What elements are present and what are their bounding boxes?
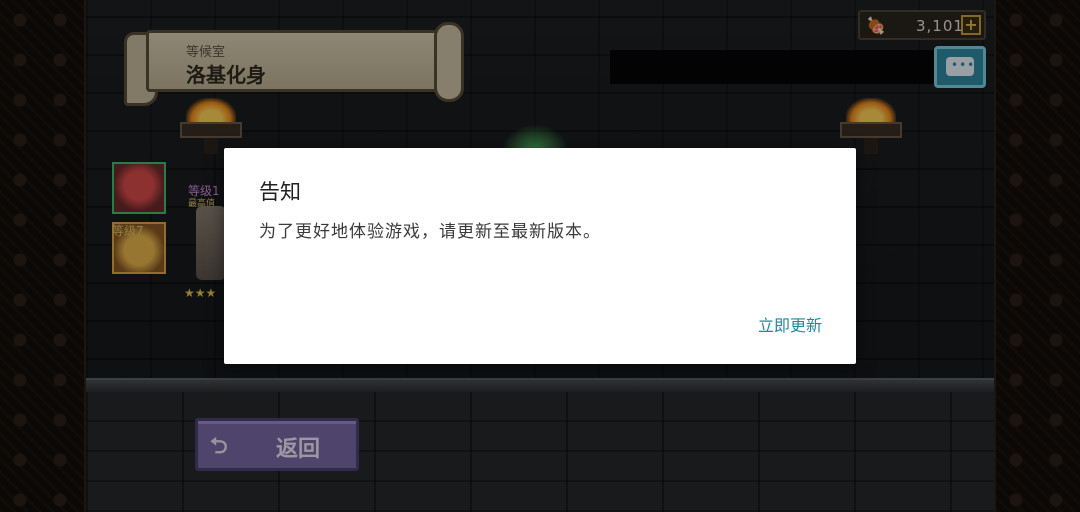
dialog-title: 告知 — [259, 180, 301, 204]
dialog-message: 为了更好地体验游戏，请更新至最新版本。 — [259, 222, 601, 242]
update-notice-dialog: 告知 为了更好地体验游戏，请更新至最新版本。 立即更新 — [224, 148, 856, 364]
update-now-button[interactable]: 立即更新 — [758, 312, 822, 336]
